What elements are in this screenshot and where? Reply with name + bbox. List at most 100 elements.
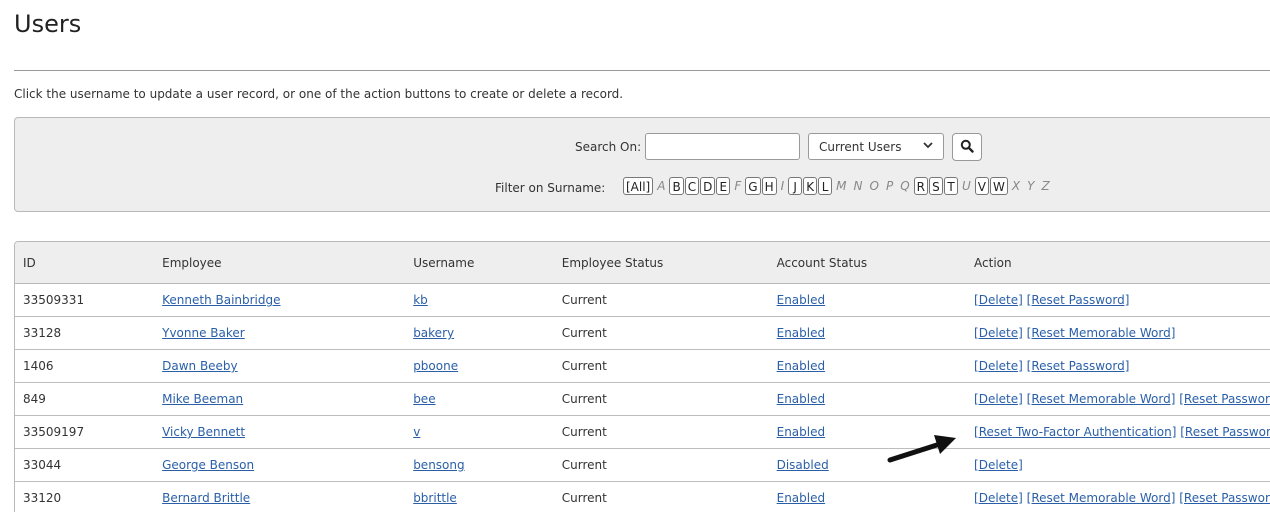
filter-letter-l[interactable]: L: [818, 177, 833, 195]
delete-link[interactable]: [Delete]: [974, 326, 1023, 340]
username-link[interactable]: pboone: [413, 359, 458, 373]
filter-letter-k[interactable]: K: [803, 177, 818, 195]
reset-memorable-word-link[interactable]: [Reset Memorable Word]: [1027, 326, 1176, 340]
delete-link[interactable]: [Delete]: [974, 491, 1023, 505]
filter-letter-c[interactable]: C: [684, 177, 700, 195]
cell-actions: [Delete] [Reset Memorable Word]: [966, 316, 1270, 350]
account-status-link[interactable]: Enabled: [777, 392, 826, 406]
cell-id: 33128: [15, 316, 155, 350]
header-username[interactable]: Username: [405, 242, 554, 284]
user-scope-selected: Current Users: [819, 139, 902, 154]
cell-username: bbrittle: [405, 481, 554, 512]
filter-letter-p: P: [885, 179, 894, 193]
account-status-link[interactable]: Enabled: [777, 425, 826, 439]
header-action: Action: [966, 242, 1270, 284]
filter-letter-j[interactable]: J: [788, 177, 803, 195]
filter-letter-h[interactable]: H: [761, 177, 777, 195]
reset-password-link[interactable]: [Reset Password]: [1180, 425, 1270, 439]
arrow-icon: [886, 432, 958, 468]
username-link[interactable]: v: [413, 425, 420, 439]
cell-account-status: Enabled: [768, 349, 967, 383]
users-table-container: ID Employee Username Employee Status Acc…: [14, 241, 1270, 512]
filter-letter-w[interactable]: W: [990, 177, 1008, 195]
cell-employee: Vicky Bennett: [154, 415, 406, 449]
cell-employee-status: Current: [553, 481, 769, 512]
employee-link[interactable]: Mike Beeman: [162, 392, 243, 406]
user-scope-select[interactable]: Current Users: [808, 133, 944, 160]
username-link[interactable]: bakery: [413, 326, 454, 340]
filter-letter-u: U: [961, 179, 971, 193]
cell-employee: Yvonne Baker: [154, 316, 406, 350]
employee-link[interactable]: Yvonne Baker: [162, 326, 245, 340]
filter-letter-z: Z: [1041, 179, 1050, 193]
account-status-link[interactable]: Disabled: [777, 458, 829, 472]
employee-link[interactable]: Vicky Bennett: [162, 425, 245, 439]
account-status-link[interactable]: Enabled: [777, 491, 826, 505]
cell-id: 33509197: [15, 415, 155, 449]
cell-employee-status: Current: [553, 283, 769, 317]
filter-letter-e[interactable]: E: [716, 177, 731, 195]
users-table: ID Employee Username Employee Status Acc…: [15, 242, 1270, 512]
reset-memorable-word-link[interactable]: [Reset Memorable Word]: [1027, 392, 1176, 406]
username-link[interactable]: bbrittle: [413, 491, 457, 505]
account-status-link[interactable]: Enabled: [777, 326, 826, 340]
filter-letter-b[interactable]: B: [669, 177, 684, 195]
filter-letter-m: M: [836, 179, 847, 193]
filter-letter-a: A: [657, 179, 666, 193]
delete-link[interactable]: [Delete]: [974, 293, 1023, 307]
reset-password-link[interactable]: [Reset Password]: [1179, 491, 1270, 505]
cell-actions: [Delete]: [966, 448, 1270, 482]
employee-link[interactable]: Kenneth Bainbridge: [162, 293, 280, 307]
title-divider: [14, 70, 1270, 71]
filter-letter-all[interactable]: [All]: [623, 177, 654, 195]
header-employee-status[interactable]: Employee Status: [553, 242, 769, 284]
header-id[interactable]: ID: [15, 242, 155, 284]
filter-letter-d[interactable]: D: [700, 177, 716, 195]
filter-letter-g[interactable]: G: [745, 177, 761, 195]
reset-password-link[interactable]: [Reset Password]: [1179, 392, 1270, 406]
reset-memorable-word-link[interactable]: [Reset Memorable Word]: [1027, 491, 1176, 505]
reset-password-link[interactable]: [Reset Password]: [1027, 293, 1130, 307]
cell-id: 849: [15, 382, 155, 416]
table-row: 33044 George Benson bensong Current Disabled…: [15, 448, 1270, 482]
table-row: 849 Mike Beeman bee Current Enabled [Delete] …: [15, 382, 1270, 416]
filter-letter-x: X: [1011, 179, 1021, 193]
chevron-down-icon: [922, 139, 934, 154]
reset-password-link[interactable]: [Reset Password]: [1027, 359, 1130, 373]
cell-actions: [Reset Two-Factor Authentication] [Reset…: [966, 415, 1270, 449]
search-input[interactable]: [645, 133, 800, 160]
cell-actions: [Delete] [Reset Password]: [966, 349, 1270, 383]
cell-employee-status: Current: [553, 415, 769, 449]
search-icon: [960, 138, 974, 157]
search-panel: Search On: Current Users Filter on Surna…: [14, 117, 1270, 212]
search-button[interactable]: [952, 133, 982, 161]
cell-employee-status: Current: [553, 349, 769, 383]
filter-letter-t[interactable]: T: [943, 177, 958, 195]
username-link[interactable]: bensong: [413, 458, 464, 472]
header-account-status[interactable]: Account Status: [768, 242, 967, 284]
delete-link[interactable]: [Delete]: [974, 458, 1023, 472]
reset-two-factor-authentication-link[interactable]: [Reset Two-Factor Authentication]: [974, 425, 1176, 439]
filter-letter-r[interactable]: R: [913, 177, 928, 195]
cell-id: 1406: [15, 349, 155, 383]
cell-account-status: Enabled: [768, 382, 967, 416]
delete-link[interactable]: [Delete]: [974, 392, 1023, 406]
employee-link[interactable]: Dawn Beeby: [162, 359, 238, 373]
delete-link[interactable]: [Delete]: [974, 359, 1023, 373]
username-link[interactable]: kb: [413, 293, 428, 307]
cell-actions: [Delete] [Reset Memorable Word] [Reset P…: [966, 481, 1270, 512]
header-employee[interactable]: Employee: [154, 242, 406, 284]
cell-account-status: Enabled: [768, 316, 967, 350]
cell-id: 33044: [15, 448, 155, 482]
filter-letter-s[interactable]: S: [928, 177, 943, 195]
account-status-link[interactable]: Enabled: [777, 293, 826, 307]
filter-letter-i: I: [780, 179, 785, 193]
account-status-link[interactable]: Enabled: [777, 359, 826, 373]
filter-letter-v[interactable]: V: [974, 177, 989, 195]
cell-employee-status: Current: [553, 316, 769, 350]
search-label: Search On:: [575, 140, 642, 154]
username-link[interactable]: bee: [413, 392, 435, 406]
employee-link[interactable]: George Benson: [162, 458, 254, 472]
employee-link[interactable]: Bernard Brittle: [162, 491, 250, 505]
cell-employee: Dawn Beeby: [154, 349, 406, 383]
